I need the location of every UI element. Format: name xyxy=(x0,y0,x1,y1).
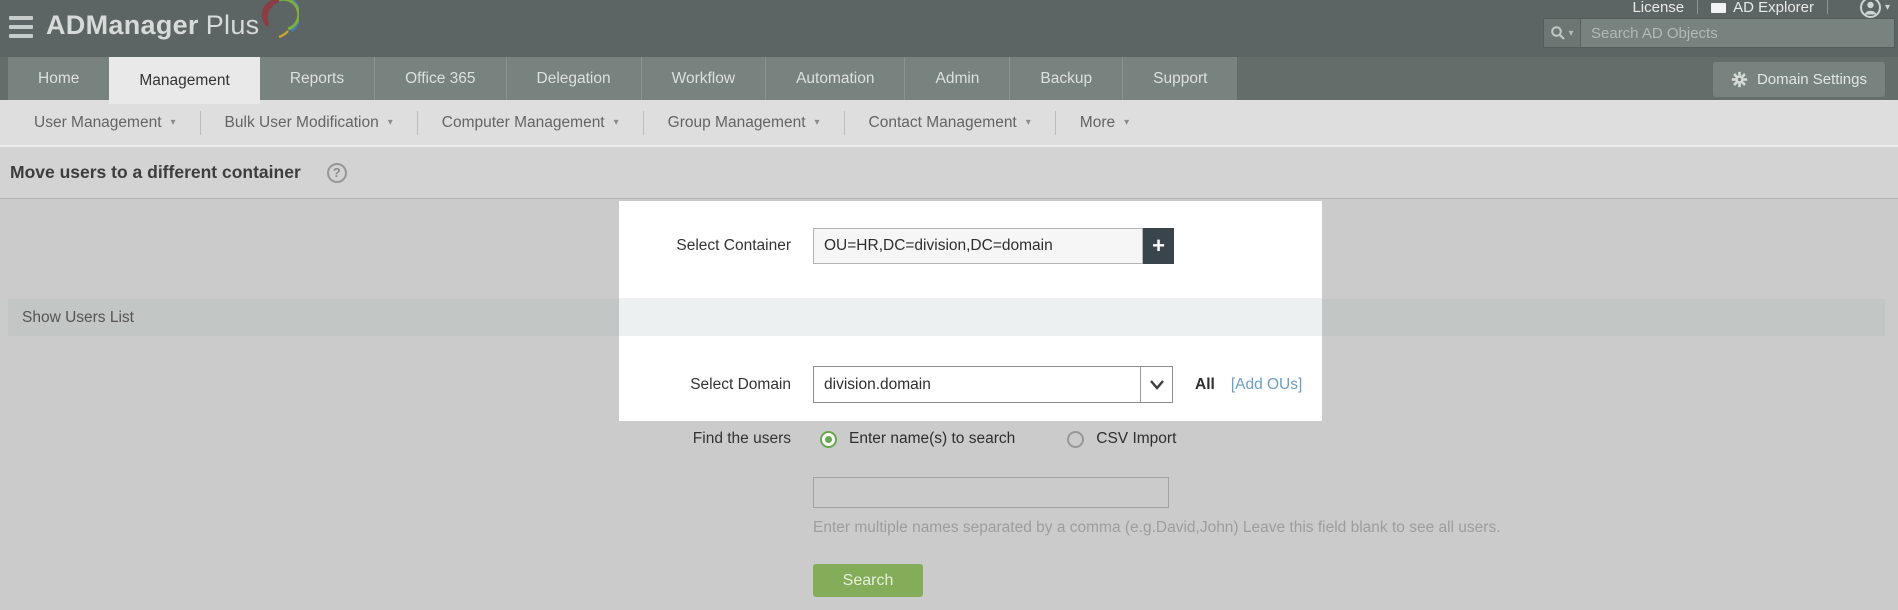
names-helper-text: Enter multiple names separated by a comm… xyxy=(813,519,1813,537)
chevron-down-icon: ▾ xyxy=(815,117,820,128)
app-header: ADManager Plus License AD Explorer ▾ ▾ xyxy=(0,0,1898,57)
container-input[interactable] xyxy=(813,228,1143,264)
chevron-down-icon: ▾ xyxy=(1568,28,1573,39)
radio-enter-names-label[interactable]: Enter name(s) to search xyxy=(849,430,1015,448)
help-icon[interactable]: ? xyxy=(327,163,347,183)
highlight-band xyxy=(619,298,1322,336)
search-button[interactable]: Search xyxy=(813,564,923,597)
tab-management[interactable]: Management xyxy=(109,57,259,104)
user-icon xyxy=(1860,0,1881,18)
hamburger-menu-icon[interactable] xyxy=(9,16,35,38)
app-logo: ADManager Plus xyxy=(46,9,299,41)
user-account-menu[interactable]: ▾ xyxy=(1860,0,1890,18)
add-ous-link[interactable]: [Add OUs] xyxy=(1231,376,1303,394)
tab-backup[interactable]: Backup xyxy=(1009,57,1122,100)
gear-icon xyxy=(1731,71,1748,88)
find-users-label: Find the users xyxy=(619,430,791,448)
domain-select[interactable]: division.domain xyxy=(813,366,1173,403)
radio-csv-import[interactable] xyxy=(1067,431,1084,448)
header-links: License AD Explorer xyxy=(1632,0,1828,16)
tab-automation[interactable]: Automation xyxy=(765,57,904,100)
divider xyxy=(1697,0,1698,14)
all-ous-link[interactable]: All xyxy=(1195,376,1215,394)
logo-text-main: ADManager xyxy=(46,10,199,41)
chevron-down-icon xyxy=(1140,367,1172,402)
select-container-label: Select Container xyxy=(619,237,791,255)
ad-explorer-link[interactable]: AD Explorer xyxy=(1711,0,1814,16)
subnav-user-management[interactable]: User Management▾ xyxy=(10,114,200,132)
show-users-list-label: Show Users List xyxy=(22,309,134,327)
tab-workflow[interactable]: Workflow xyxy=(641,57,765,100)
select-domain-label: Select Domain xyxy=(619,376,791,394)
main-nav: Home Management Reports Office 365 Deleg… xyxy=(0,57,1898,100)
chevron-down-icon: ▾ xyxy=(1124,117,1129,128)
chevron-down-icon: ▾ xyxy=(614,117,619,128)
content-area: Show Users List Select Container + Selec… xyxy=(0,199,1898,610)
chevron-down-icon: ▾ xyxy=(1885,2,1890,13)
divider xyxy=(1827,0,1828,14)
subnav-computer-management[interactable]: Computer Management▾ xyxy=(418,114,643,132)
search-input[interactable] xyxy=(1581,19,1894,47)
window-icon xyxy=(1711,3,1726,13)
page-title-bar: Move users to a different container ? xyxy=(0,145,1898,199)
domain-settings-button[interactable]: Domain Settings xyxy=(1713,62,1885,97)
find-users-row: Find the users Enter name(s) to search C… xyxy=(619,430,1176,448)
plus-icon: + xyxy=(1152,233,1165,259)
domain-select-value: division.domain xyxy=(814,367,1140,402)
search-icon xyxy=(1550,25,1566,41)
logo-text-plus: Plus xyxy=(206,10,260,41)
radio-csv-import-label[interactable]: CSV Import xyxy=(1096,430,1176,448)
highlight-panel: Select Container + Select Domain divisio… xyxy=(619,201,1322,421)
add-container-button[interactable]: + xyxy=(1143,228,1174,264)
tab-office-365[interactable]: Office 365 xyxy=(374,57,505,100)
license-link[interactable]: License xyxy=(1632,0,1684,16)
subnav-bulk-user-modification[interactable]: Bulk User Modification▾ xyxy=(201,114,417,132)
radio-enter-names[interactable] xyxy=(820,431,837,448)
subnav-group-management[interactable]: Group Management▾ xyxy=(644,114,844,132)
ad-objects-search: ▾ xyxy=(1543,18,1895,48)
select-domain-row: Select Domain division.domain All [Add O… xyxy=(619,366,1302,403)
tab-support[interactable]: Support xyxy=(1122,57,1237,100)
tab-home[interactable]: Home xyxy=(8,57,109,100)
logo-swoosh-icon xyxy=(255,0,299,41)
tab-admin[interactable]: Admin xyxy=(904,57,1009,100)
page-title: Move users to a different container xyxy=(10,162,301,183)
management-subnav: User Management▾ Bulk User Modification▾… xyxy=(0,100,1898,145)
subnav-contact-management[interactable]: Contact Management▾ xyxy=(845,114,1055,132)
select-container-row: Select Container + xyxy=(619,228,1174,264)
tab-reports[interactable]: Reports xyxy=(260,57,374,100)
search-scope-button[interactable]: ▾ xyxy=(1544,19,1581,47)
names-search-input[interactable] xyxy=(813,477,1169,508)
domain-settings-label: Domain Settings xyxy=(1757,71,1867,88)
subnav-more[interactable]: More▾ xyxy=(1056,114,1153,132)
chevron-down-icon: ▾ xyxy=(171,117,176,128)
tab-delegation[interactable]: Delegation xyxy=(506,57,641,100)
chevron-down-icon: ▾ xyxy=(388,117,393,128)
chevron-down-icon: ▾ xyxy=(1026,117,1031,128)
